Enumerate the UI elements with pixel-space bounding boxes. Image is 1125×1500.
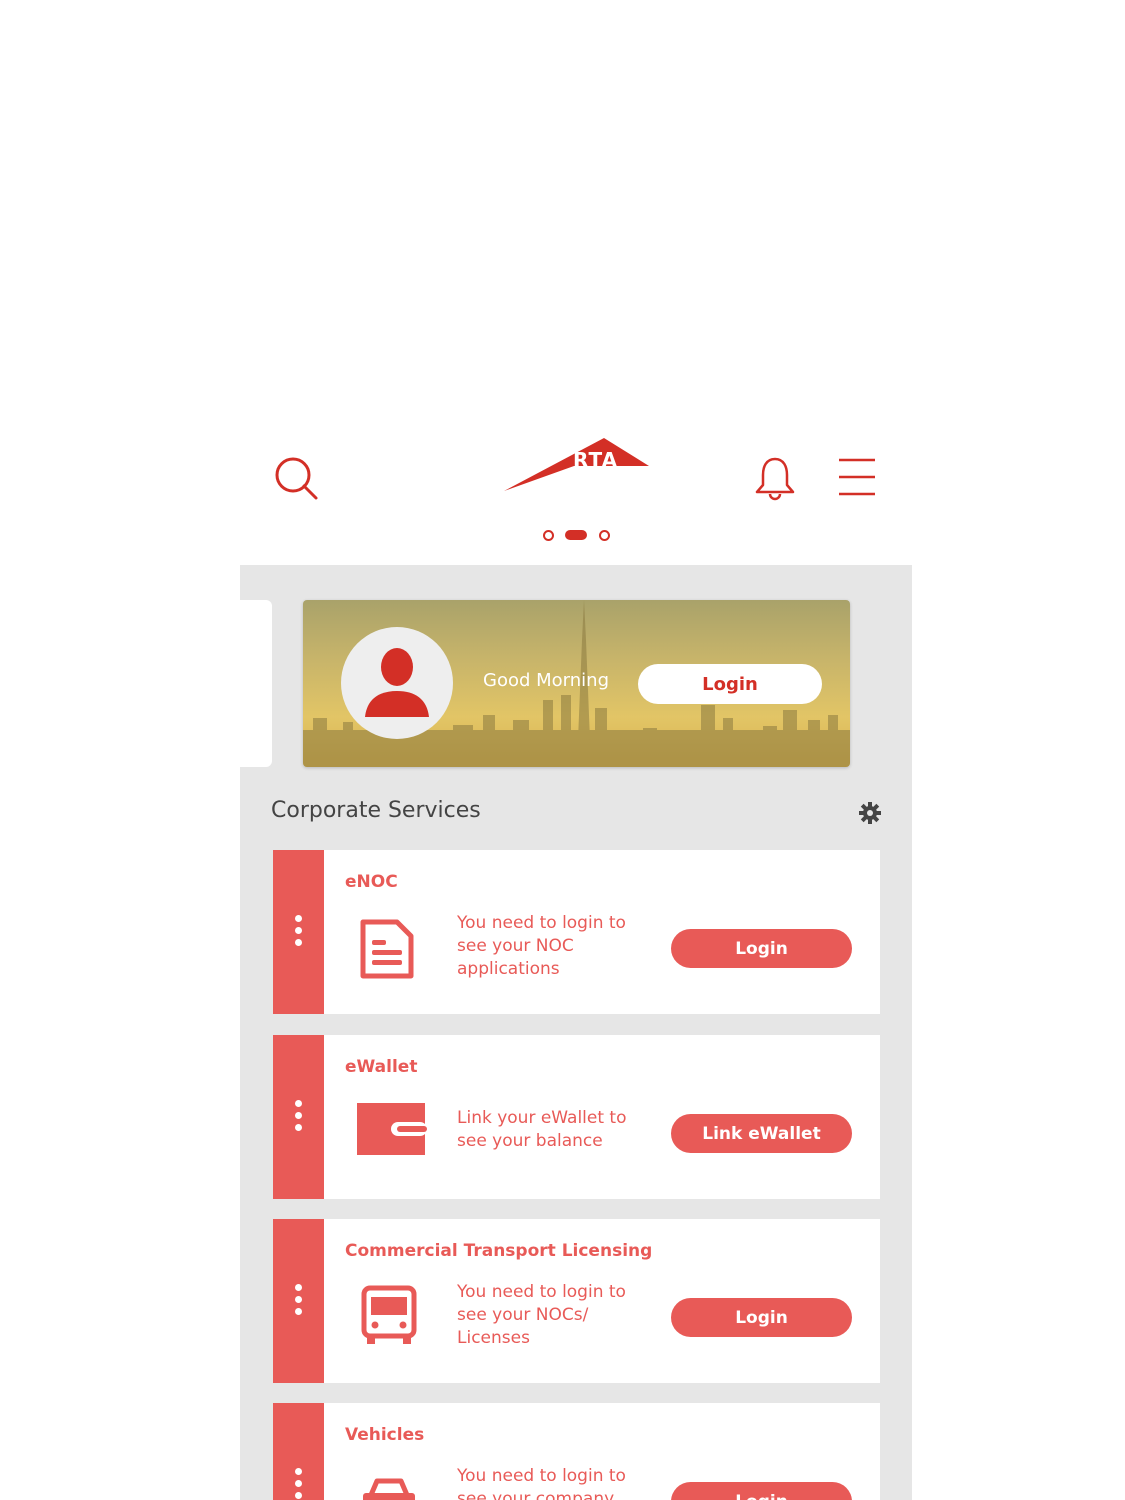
car-icon bbox=[359, 1475, 419, 1500]
search-icon bbox=[275, 457, 318, 500]
service-card-commercial-transport[interactable]: Commercial Transport Licensing You need … bbox=[273, 1219, 880, 1383]
gear-icon bbox=[859, 802, 881, 824]
banner-login-button[interactable]: Login bbox=[638, 664, 822, 704]
commercial-transport-login-button[interactable]: Login bbox=[671, 1298, 852, 1337]
card-title: Vehicles bbox=[345, 1425, 425, 1445]
menu-button[interactable] bbox=[837, 457, 877, 499]
rta-logo-text: RTA bbox=[573, 448, 619, 472]
card-description: You need to login to see your company bbox=[457, 1466, 626, 1500]
page-dot[interactable] bbox=[599, 530, 610, 541]
page-indicator bbox=[543, 529, 613, 541]
card-options-button[interactable] bbox=[295, 915, 302, 951]
search-button[interactable] bbox=[272, 455, 322, 501]
card-title: eWallet bbox=[345, 1057, 418, 1077]
bell-icon bbox=[755, 457, 795, 501]
greeting-banner: Good Morning Login bbox=[303, 600, 850, 767]
enoc-login-button[interactable]: Login bbox=[671, 929, 852, 968]
card-title: eNOC bbox=[345, 872, 398, 892]
service-card-ewallet[interactable]: eWallet Link your eWallet to see your ba… bbox=[273, 1035, 880, 1199]
settings-button[interactable] bbox=[859, 802, 881, 828]
page-dot[interactable] bbox=[543, 530, 554, 541]
user-silhouette-icon bbox=[365, 648, 429, 717]
page-dot-active[interactable] bbox=[565, 530, 587, 540]
wallet-icon bbox=[357, 1103, 427, 1159]
main-panel: Good Morning Login Corporate Services eN… bbox=[240, 565, 912, 1500]
link-ewallet-button[interactable]: Link eWallet bbox=[671, 1114, 852, 1153]
more-options-icon bbox=[295, 1100, 302, 1107]
greeting-text: Good Morning bbox=[483, 670, 609, 691]
vehicles-login-button[interactable]: Login bbox=[671, 1482, 852, 1500]
card-options-button[interactable] bbox=[295, 1284, 302, 1320]
previous-card-peek[interactable] bbox=[240, 600, 272, 767]
card-description: Link your eWallet to see your balance bbox=[457, 1108, 627, 1151]
more-options-icon bbox=[295, 915, 302, 922]
card-title: Commercial Transport Licensing bbox=[345, 1241, 653, 1261]
section-title: Corporate Services bbox=[271, 798, 481, 823]
card-options-button[interactable] bbox=[295, 1468, 302, 1500]
user-avatar[interactable] bbox=[341, 627, 453, 739]
hamburger-menu-icon bbox=[839, 458, 875, 496]
service-card-enoc[interactable]: eNOC You need to login to see your NOC a… bbox=[273, 850, 880, 1014]
card-description: You need to login to see your NOC applic… bbox=[457, 913, 626, 979]
document-icon bbox=[359, 918, 415, 984]
service-card-vehicles[interactable]: Vehicles You need to login to see your c… bbox=[273, 1403, 880, 1500]
bus-icon bbox=[361, 1285, 417, 1351]
more-options-icon bbox=[295, 1468, 302, 1475]
card-description: You need to login to see your NOCs/ Lice… bbox=[457, 1282, 626, 1348]
notifications-button[interactable] bbox=[753, 455, 797, 501]
more-options-icon bbox=[295, 1284, 302, 1291]
card-options-button[interactable] bbox=[295, 1100, 302, 1136]
